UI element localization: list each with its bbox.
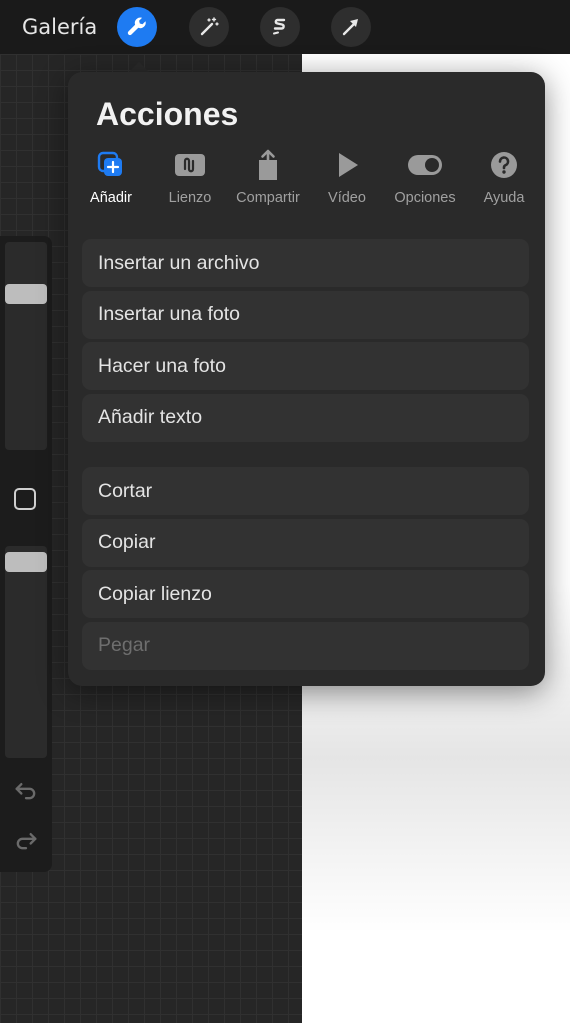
brush-size-slider-thumb[interactable] — [5, 284, 47, 304]
insert-file-item[interactable]: Insertar un archivo — [82, 239, 529, 287]
undo-icon[interactable] — [12, 776, 40, 804]
add-text-item[interactable]: Añadir texto — [82, 393, 529, 442]
tab-label-share: Compartir — [236, 190, 300, 206]
magic-wand-icon — [200, 17, 219, 36]
tab-canvas[interactable]: Lienzo — [150, 148, 230, 206]
tab-label-options: Opciones — [394, 190, 456, 206]
selection-button[interactable] — [260, 7, 300, 47]
tab-share[interactable]: Compartir — [228, 148, 308, 206]
add-icon — [97, 151, 122, 176]
tab-label-video: Vídeo — [328, 190, 366, 206]
brush-size-slider-track[interactable] — [5, 242, 47, 450]
redo-icon[interactable] — [12, 826, 40, 854]
clipboard-actions-group: Cortar Copiar Copiar lienzo Pegar — [82, 467, 529, 673]
panel-title: Acciones — [96, 96, 239, 132]
toggle-icon — [408, 155, 442, 175]
cut-item[interactable]: Cortar — [82, 467, 529, 515]
actions-tabs: Añadir Lienzo Compartir Vídeo Opciones A… — [78, 148, 545, 212]
opacity-slider-thumb[interactable] — [5, 552, 47, 572]
actions-button[interactable] — [117, 7, 157, 47]
transform-arrow-icon — [342, 19, 358, 36]
tab-label-canvas: Lienzo — [168, 190, 212, 206]
left-sidebar — [0, 236, 52, 872]
play-icon — [339, 153, 358, 177]
tab-label-add: Añadir — [90, 190, 132, 206]
adjustments-button[interactable] — [189, 7, 229, 47]
opacity-slider-track[interactable] — [5, 546, 47, 758]
help-icon — [491, 152, 517, 178]
paste-item: Pegar — [82, 621, 529, 670]
tab-add[interactable]: Añadir — [71, 148, 151, 206]
wrench-icon — [127, 17, 146, 36]
tab-help[interactable]: Ayuda — [464, 148, 544, 206]
transform-button[interactable] — [331, 7, 371, 47]
copy-canvas-item[interactable]: Copiar lienzo — [82, 570, 529, 618]
insert-photo-item[interactable]: Insertar una foto — [82, 290, 529, 339]
modify-square-button[interactable] — [14, 488, 36, 510]
take-photo-item[interactable]: Hacer una foto — [82, 342, 529, 390]
share-icon — [259, 149, 277, 180]
copy-item[interactable]: Copiar — [82, 518, 529, 567]
canvas-icon — [175, 154, 205, 176]
actions-popover: Acciones Añadir Lienzo Compartir Vídeo O… — [68, 72, 545, 686]
selection-s-icon — [273, 18, 286, 35]
gallery-button[interactable]: Galería — [22, 15, 97, 39]
add-actions-group: Insertar un archivo Insertar una foto Ha… — [82, 239, 529, 445]
top-toolbar: Galería — [0, 0, 570, 54]
tab-options[interactable]: Opciones — [385, 148, 465, 206]
procreate-screen: Galería Acciones Añadir Lienzo Compartir… — [0, 0, 570, 1023]
tab-label-help: Ayuda — [483, 190, 525, 206]
tab-video[interactable]: Vídeo — [307, 148, 387, 206]
